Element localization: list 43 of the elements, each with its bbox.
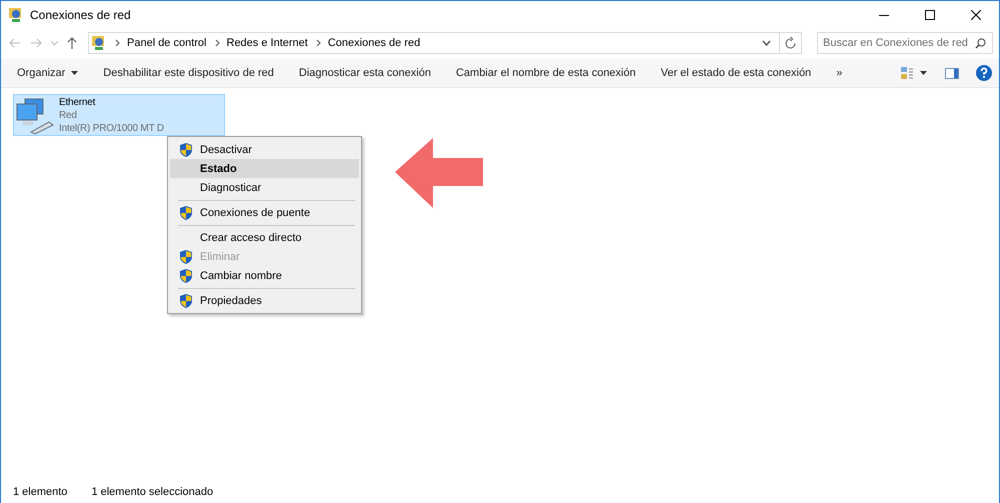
window-title: Conexiones de red [30,8,131,22]
menu-item[interactable]: Desactivar [170,140,359,159]
toolbar-button[interactable]: Diagnosticar esta conexión [288,63,442,83]
network-computers-icon [15,96,55,136]
connection-name: Ethernet [59,96,96,109]
menu-item[interactable]: Cambiar nombre [170,266,359,285]
network-folder-icon [91,35,107,51]
toolbar-button[interactable]: Organizar [7,63,90,83]
menu-item[interactable]: Propiedades [170,291,359,310]
view-options-icon[interactable] [900,66,914,80]
connection-item[interactable]: Ethernet Red Intel(R) PRO/1000 MT D [13,94,225,136]
search-icon [975,38,986,49]
toolbar-button[interactable]: Deshabilitar este dispositivo de red [93,63,285,83]
address-bar[interactable]: Panel de control Redes e Internet Conexiones de red [88,32,780,54]
close-icon [971,10,981,20]
breadcrumb[interactable]: Conexiones de red [328,37,420,49]
toolbar-button[interactable]: » [826,63,854,83]
chevron-right-icon [214,39,220,47]
toolbar-button[interactable]: Ver el estado de esta conexión [650,63,822,83]
breadcrumb[interactable]: Redes e Internet [226,37,308,49]
status-text: 1 elemento [13,486,68,498]
up-arrow-icon[interactable] [67,37,77,49]
toolbar-button[interactable]: Cambiar el nombre de esta conexión [446,63,647,83]
chevron-right-icon [115,39,120,47]
preview-pane-icon[interactable] [945,68,959,78]
menu-item[interactable]: Estado [170,159,359,178]
caret-icon [71,71,78,75]
menu-item[interactable]: Crear acceso directo [170,228,359,247]
maximize-icon [925,10,935,20]
chevron-down-icon[interactable] [762,40,771,46]
menu-item[interactable]: Diagnosticar [170,178,359,197]
network-folder-icon [8,6,24,22]
menu-item[interactable]: Conexiones de puente [170,203,359,222]
connection-network: Red [59,109,78,122]
refresh-button[interactable] [780,32,802,54]
caret-icon[interactable] [920,71,927,75]
help-icon[interactable] [976,65,992,81]
connection-adapter: Intel(R) PRO/1000 MT D [59,122,164,135]
status-text: 1 elemento seleccionado [91,486,214,498]
chevron-right-icon [316,39,321,47]
search-field[interactable]: Buscar en Conexiones de red [817,32,993,54]
breadcrumb[interactable]: Panel de control [127,37,206,49]
refresh-icon [785,37,796,49]
